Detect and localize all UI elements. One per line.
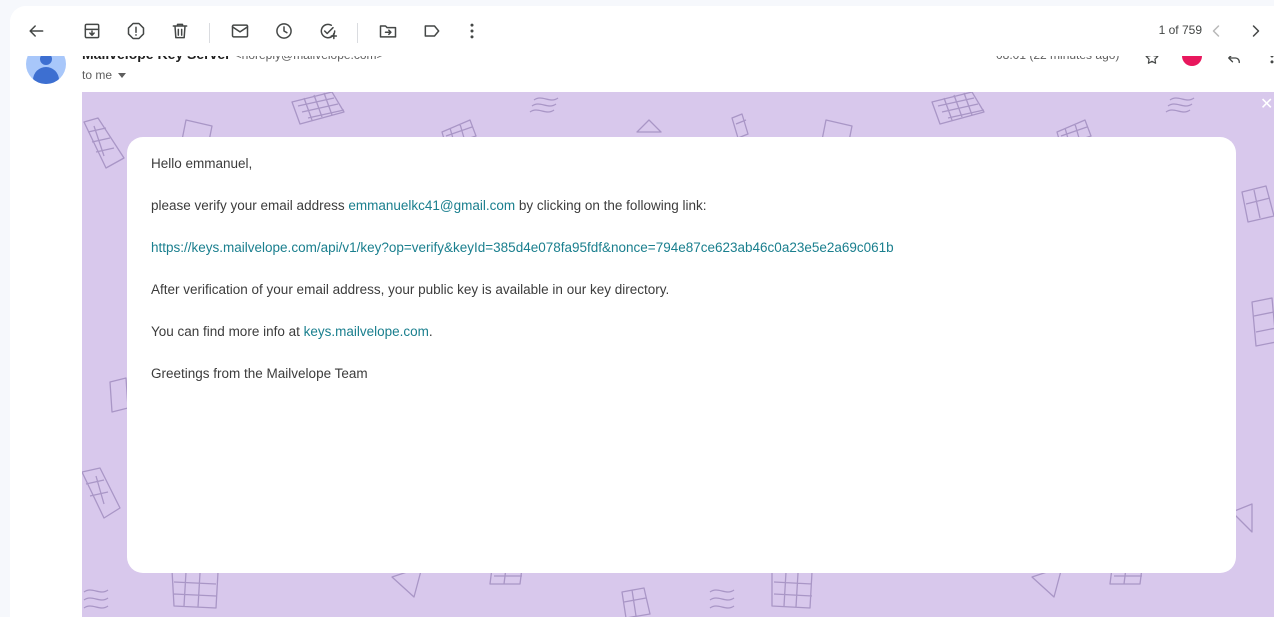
- archive-icon: [84, 23, 100, 39]
- email-message-card: Hello emmanuel, please verify your email…: [127, 137, 1236, 573]
- snooze-button[interactable]: [268, 15, 300, 47]
- chevron-right-icon: [1252, 25, 1260, 37]
- after-verification-text: After verification of your email address…: [151, 282, 670, 297]
- label-icon: [424, 25, 440, 37]
- clock-icon: [276, 23, 292, 39]
- add-task-icon: [320, 23, 338, 40]
- greeting-text: Hello emmanuel,: [151, 156, 253, 171]
- older-message-button[interactable]: [1240, 15, 1272, 47]
- info-suffix: .: [428, 324, 433, 339]
- verify-prefix: please verify your email address: [151, 198, 349, 213]
- mail-icon: [231, 24, 249, 38]
- more-info-line: You can find more info at keys.mailvelop…: [151, 324, 433, 339]
- message-toolbar: 1 of 759: [10, 6, 1274, 56]
- pagination-count: 1 of 759: [1158, 23, 1202, 37]
- info-prefix: You can find more info at: [151, 324, 304, 339]
- more-vert-icon: [470, 23, 474, 39]
- recipient-label: to me: [82, 68, 113, 82]
- trash-icon: [172, 23, 188, 39]
- email-body-banner: ✕ Hello emmanuel, please verify your ema…: [82, 92, 1274, 617]
- chevron-left-icon: [1212, 25, 1220, 37]
- closing-text: Greetings from the Mailvelope Team: [151, 366, 368, 381]
- back-button[interactable]: [20, 15, 52, 47]
- verification-link[interactable]: https://keys.mailvelope.com/api/v1/key?o…: [151, 240, 894, 255]
- keys-site-link[interactable]: keys.mailvelope.com: [304, 324, 429, 339]
- email-address-link[interactable]: emmanuelkc41@gmail.com: [348, 198, 515, 213]
- archive-button[interactable]: [76, 15, 108, 47]
- verification-link-line: https://keys.mailvelope.com/api/v1/key?o…: [151, 240, 894, 255]
- close-icon[interactable]: ✕: [1260, 94, 1273, 113]
- avatar-body: [33, 67, 59, 84]
- recipient-details-toggle[interactable]: to me: [82, 68, 127, 82]
- toolbar-divider: [209, 23, 210, 43]
- add-to-tasks-button[interactable]: [312, 15, 344, 47]
- report-spam-icon: [127, 22, 145, 40]
- more-actions-button[interactable]: [456, 15, 488, 47]
- report-spam-button[interactable]: [120, 15, 152, 47]
- verify-instruction: please verify your email address emmanue…: [151, 198, 706, 213]
- move-to-button[interactable]: [372, 15, 404, 47]
- labels-button[interactable]: [416, 15, 448, 47]
- arrow-left-icon: [29, 25, 44, 37]
- caret-down-icon: [118, 72, 127, 78]
- mark-unread-button[interactable]: [224, 15, 256, 47]
- folder-move-icon: [379, 25, 397, 38]
- newer-message-button[interactable]: [1200, 15, 1232, 47]
- toolbar-divider: [357, 23, 358, 43]
- email-view-panel: 1 of 759 Mailvelope Key Server<noreply@m…: [10, 6, 1274, 617]
- verify-suffix: by clicking on the following link:: [515, 198, 707, 213]
- delete-button[interactable]: [164, 15, 196, 47]
